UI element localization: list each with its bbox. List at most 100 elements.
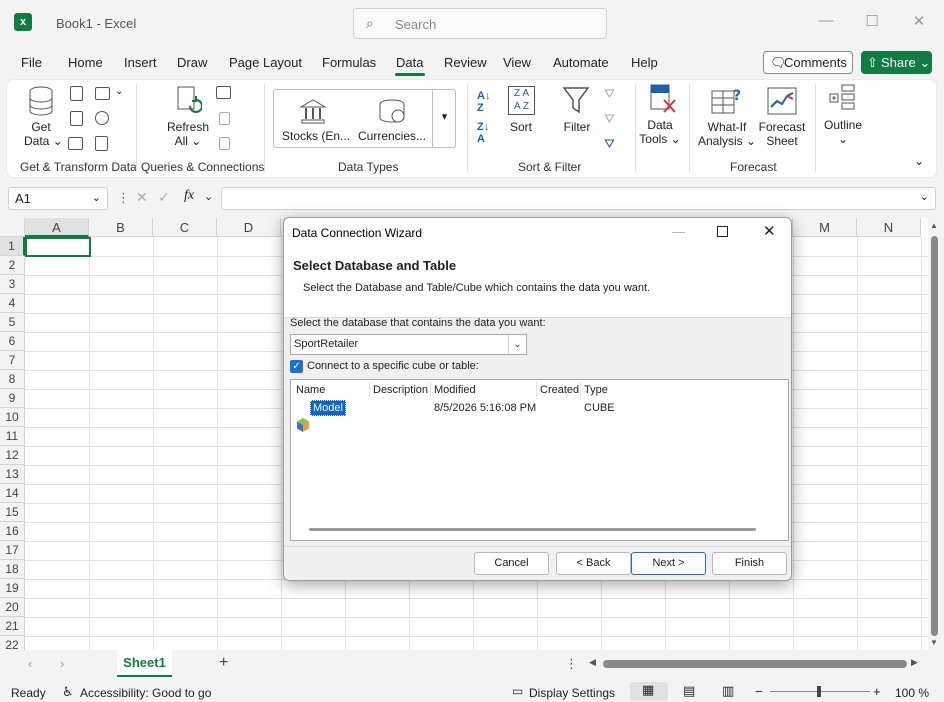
outline-button[interactable]: Outline ⌄	[820, 118, 866, 146]
next-sheet-icon[interactable]: ›	[60, 656, 64, 671]
row-header[interactable]: 5	[0, 313, 25, 332]
row-header[interactable]: 17	[0, 541, 25, 560]
add-sheet-button[interactable]: +	[219, 654, 228, 672]
row-header[interactable]: 7	[0, 351, 25, 370]
row-header[interactable]: 20	[0, 598, 25, 617]
row-header[interactable]: 13	[0, 465, 25, 484]
column-header-type[interactable]: Type	[584, 384, 608, 396]
comments-button[interactable]: 🗨 Comments	[763, 51, 853, 74]
name-box[interactable]: A1 ⌄	[8, 187, 108, 210]
column-header-name[interactable]: Name	[296, 384, 325, 396]
prev-sheet-icon[interactable]: ‹	[28, 656, 32, 671]
close-button[interactable]: ✕	[907, 12, 931, 34]
vertical-scroll-thumb[interactable]	[931, 236, 938, 636]
row-header[interactable]: 15	[0, 503, 25, 522]
menu-draw[interactable]: Draw	[177, 55, 207, 70]
active-cell[interactable]	[25, 237, 91, 257]
stocks-button[interactable]: Stocks (En...	[282, 129, 350, 143]
column-header[interactable]: M	[793, 218, 857, 237]
column-header[interactable]: C	[153, 218, 217, 237]
menu-page-layout[interactable]: Page Layout	[229, 55, 302, 70]
row-header[interactable]: 19	[0, 579, 25, 598]
from-picture-icon[interactable]	[95, 136, 108, 151]
expand-formula-icon[interactable]: ⌄	[920, 190, 929, 203]
list-item-name[interactable]: Model	[310, 400, 346, 416]
row-header[interactable]: 11	[0, 427, 25, 446]
dialog-maximize-button[interactable]	[717, 226, 728, 237]
share-button[interactable]: ⇧ Share ⌄	[861, 51, 932, 74]
row-header[interactable]: 10	[0, 408, 25, 427]
list-horizontal-scrollbar[interactable]	[309, 528, 756, 531]
sheet-tab-sheet1[interactable]: Sheet1	[117, 650, 172, 677]
column-header-created[interactable]: Created	[540, 384, 579, 396]
row-header[interactable]: 8	[0, 370, 25, 389]
menu-formulas[interactable]: Formulas	[322, 55, 376, 70]
row-header[interactable]: 4	[0, 294, 25, 313]
column-header[interactable]: B	[89, 218, 153, 237]
menu-home[interactable]: Home	[68, 55, 103, 70]
sort-a-z-button[interactable]: A↓ Z	[477, 90, 490, 114]
page-layout-view-icon[interactable]: ▤	[683, 683, 695, 699]
existing-connections-icon[interactable]	[68, 137, 83, 150]
formula-input[interactable]: ⌄	[221, 187, 936, 210]
zoom-out-icon[interactable]: −	[755, 684, 763, 699]
row-header[interactable]: 3	[0, 275, 25, 294]
forecast-sheet-button[interactable]: Forecast Sheet	[756, 120, 808, 148]
cube-table-list[interactable]: Name Description Modified Created Type M…	[290, 379, 789, 541]
menu-insert[interactable]: Insert	[124, 55, 157, 70]
get-data-button[interactable]: Get Data ⌄	[24, 120, 63, 148]
connect-cube-checkbox[interactable]: ✓	[290, 360, 303, 373]
row-header[interactable]: 22	[0, 636, 25, 650]
refresh-all-button[interactable]: Refresh All ⌄	[166, 120, 210, 148]
more-options-icon[interactable]: ⋮	[117, 190, 130, 206]
list-item[interactable]: Model 8/5/2026 5:16:08 PM CUBE	[291, 398, 788, 432]
menu-data[interactable]: Data	[396, 55, 423, 70]
zoom-in-icon[interactable]: +	[873, 684, 881, 699]
filter-button[interactable]: Filter	[560, 120, 594, 134]
column-header[interactable]: A	[25, 218, 89, 237]
menu-review[interactable]: Review	[444, 55, 487, 70]
menu-view[interactable]: View	[503, 55, 531, 70]
zoom-level[interactable]: 100 %	[895, 686, 929, 700]
column-header[interactable]: D	[217, 218, 281, 237]
display-settings-button[interactable]: Display Settings	[529, 686, 615, 700]
row-header[interactable]: 1	[0, 237, 25, 256]
maximize-button[interactable]: ☐	[860, 12, 884, 34]
connect-cube-label[interactable]: Connect to a specific cube or table:	[307, 360, 479, 372]
chevron-down-icon[interactable]: ⌄	[508, 335, 526, 354]
row-header[interactable]: 21	[0, 617, 25, 636]
menu-help[interactable]: Help	[631, 55, 658, 70]
row-header[interactable]: 14	[0, 484, 25, 503]
from-text-icon[interactable]	[70, 86, 83, 101]
what-if-analysis-button[interactable]: What-If Analysis ⌄	[698, 120, 756, 148]
scroll-down-icon[interactable]: ▼	[930, 638, 938, 647]
page-break-view-icon[interactable]: ▥	[722, 683, 734, 699]
column-header[interactable]: N	[857, 218, 921, 237]
currencies-button[interactable]: Currencies...	[358, 129, 426, 143]
data-tools-button[interactable]: Data Tools ⌄	[639, 118, 681, 146]
sort-button[interactable]: Sort	[506, 120, 536, 134]
scroll-left-icon[interactable]: ◀	[589, 657, 596, 668]
from-table-icon[interactable]	[70, 111, 83, 126]
database-select[interactable]: SportRetailer ⌄	[290, 334, 527, 355]
more-options-icon[interactable]: ⋮	[565, 656, 578, 672]
data-types-more-button[interactable]: ▾	[432, 89, 456, 148]
collapse-ribbon-icon[interactable]: ⌄	[914, 154, 924, 168]
from-web-icon[interactable]	[95, 87, 110, 100]
menu-automate[interactable]: Automate	[553, 55, 609, 70]
scroll-up-icon[interactable]: ▲	[930, 221, 938, 230]
advanced-filter-icon[interactable]: ⛛	[604, 136, 615, 152]
accessibility-status[interactable]: Accessibility: Good to go	[80, 686, 211, 700]
horizontal-scroll-thumb[interactable]	[603, 660, 907, 668]
back-button[interactable]: < Back	[556, 552, 631, 575]
normal-view-button[interactable]: ▦	[630, 682, 668, 701]
recent-sources-icon[interactable]	[95, 111, 109, 125]
cancel-button[interactable]: Cancel	[474, 552, 549, 575]
row-header[interactable]: 16	[0, 522, 25, 541]
insert-function-button[interactable]: fx	[184, 188, 194, 204]
sort-z-a-button[interactable]: Z↓ A	[477, 121, 489, 145]
finish-button[interactable]: Finish	[712, 552, 787, 575]
next-button[interactable]: Next >	[631, 552, 706, 575]
column-header-description[interactable]: Description	[373, 384, 428, 396]
row-header[interactable]: 6	[0, 332, 25, 351]
